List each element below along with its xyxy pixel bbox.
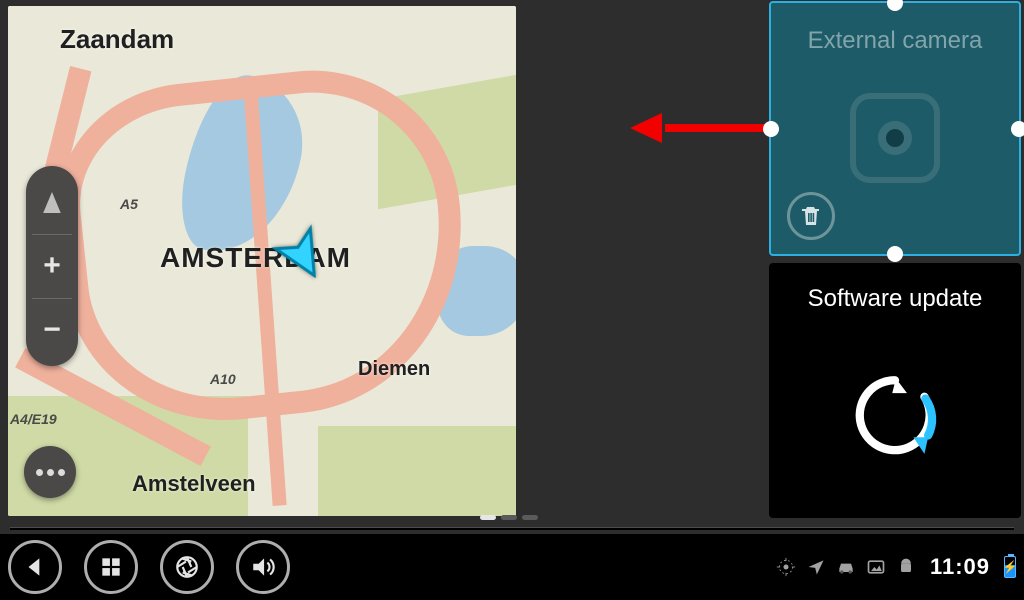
resize-handle-s[interactable] xyxy=(887,246,903,262)
road-label-a10: A10 xyxy=(210,371,236,387)
map-greenland xyxy=(318,426,516,516)
resize-handle-e[interactable] xyxy=(1011,121,1024,137)
zoom-in-button[interactable]: + xyxy=(26,240,78,292)
clock: 11:09 xyxy=(930,554,990,580)
aperture-icon xyxy=(174,554,200,580)
resize-handle-w[interactable] xyxy=(763,121,779,137)
speaker-icon xyxy=(250,554,276,580)
apps-grid-icon xyxy=(98,554,124,580)
road-label-a4e19: A4/E19 xyxy=(10,411,57,427)
map-label-diemen: Diemen xyxy=(358,358,430,381)
gps-icon xyxy=(776,557,796,577)
widget-title: Software update xyxy=(769,285,1021,313)
picture-icon xyxy=(866,557,886,577)
widget-external-camera[interactable]: External camera xyxy=(769,1,1021,256)
back-icon xyxy=(22,554,48,580)
update-spinner-icon xyxy=(849,369,941,461)
status-tray: 11:09 ⚡ xyxy=(776,554,1016,580)
car-icon xyxy=(836,557,856,577)
nav-back-button[interactable] xyxy=(8,540,62,594)
map-more-button[interactable] xyxy=(24,446,76,498)
delete-widget-button[interactable] xyxy=(787,192,835,240)
road-label-a5: A5 xyxy=(120,196,138,212)
android-icon xyxy=(896,557,916,577)
nav-apps-button[interactable] xyxy=(84,540,138,594)
map-label-zaandam: Zaandam xyxy=(60,24,174,55)
map-zoom-pill: ▲ + − xyxy=(26,166,78,366)
map-label-amstelveen: Amstelveen xyxy=(132,471,256,497)
trash-icon xyxy=(799,204,823,228)
map-pane[interactable]: Zaandam AMSTERDAM Diemen Amstelveen A5 A… xyxy=(8,6,516,516)
location-icon xyxy=(806,557,826,577)
page-indicator xyxy=(480,515,538,520)
nav-volume-button[interactable] xyxy=(236,540,290,594)
battery-charging-icon: ⚡ xyxy=(1004,556,1016,578)
resize-handle-n[interactable] xyxy=(887,0,903,11)
compass-button[interactable]: ▲ xyxy=(26,176,78,228)
widget-software-update[interactable]: Software update xyxy=(769,263,1021,518)
drag-instruction-arrow xyxy=(630,120,770,136)
divider xyxy=(10,527,1014,530)
zoom-out-button[interactable]: − xyxy=(26,304,78,356)
system-navbar: 11:09 ⚡ xyxy=(0,534,1024,600)
camera-icon xyxy=(850,93,940,183)
widget-title: External camera xyxy=(771,27,1019,55)
nav-camera-button[interactable] xyxy=(160,540,214,594)
